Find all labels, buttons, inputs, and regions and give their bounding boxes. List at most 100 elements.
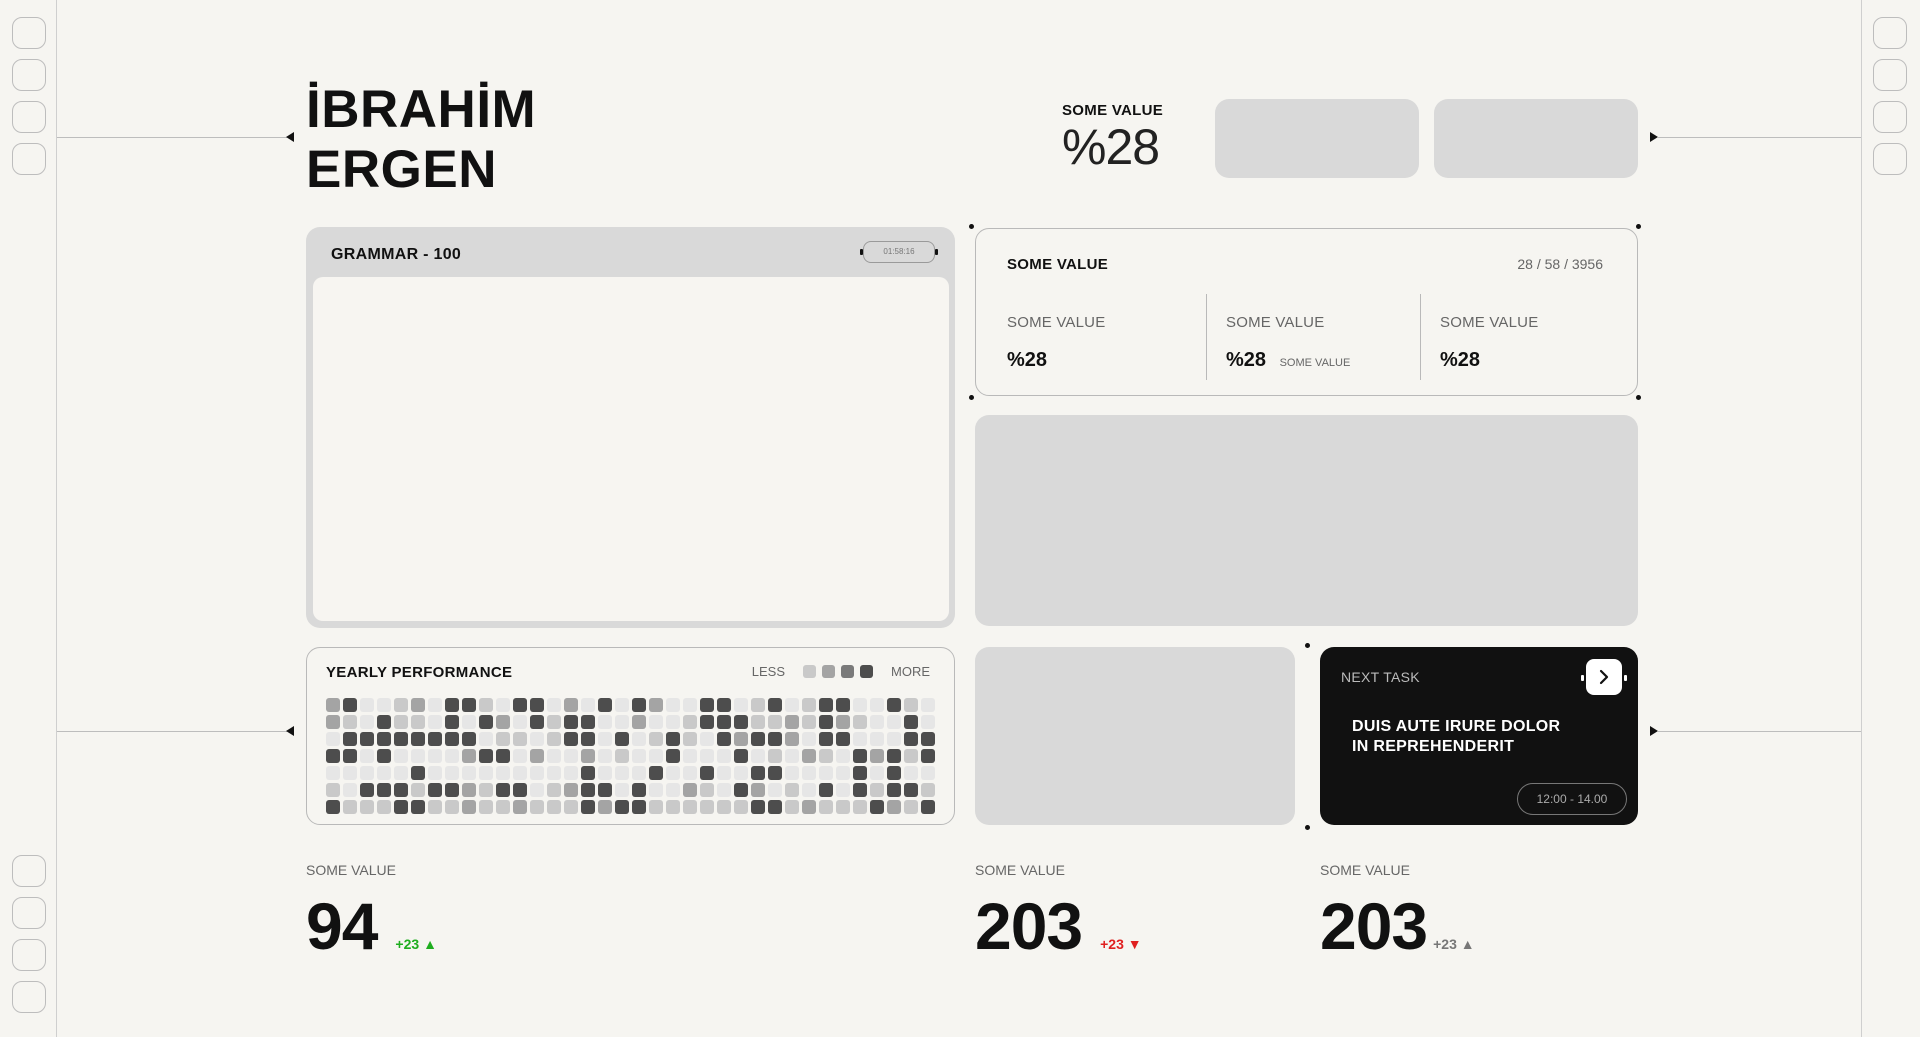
grammar-content-area[interactable] bbox=[313, 277, 949, 621]
heatmap-cell bbox=[377, 749, 391, 763]
arrow-right-icon bbox=[1650, 132, 1658, 142]
heatmap-cell bbox=[377, 766, 391, 780]
rail-slot[interactable] bbox=[1873, 143, 1907, 175]
heatmap-cell bbox=[904, 715, 918, 729]
heatmap-cell bbox=[530, 698, 544, 712]
heatmap-cell bbox=[904, 698, 918, 712]
user-name: İBRAHİM ERGEN bbox=[306, 80, 536, 200]
rail-slot[interactable] bbox=[12, 59, 46, 91]
heatmap-cell bbox=[700, 715, 714, 729]
summary-col-value: %28 bbox=[1007, 349, 1048, 371]
heatmap-cell bbox=[598, 698, 612, 712]
rail-slot[interactable] bbox=[12, 981, 46, 1013]
summary-col: SOME VALUE %28 bbox=[1007, 314, 1105, 372]
heatmap-cell bbox=[751, 766, 765, 780]
summary-col-value: %28 SOME VALUE bbox=[1226, 349, 1350, 372]
button-handle bbox=[1624, 675, 1627, 681]
summary-col-value-text: %28 bbox=[1226, 349, 1267, 371]
heatmap-cell bbox=[343, 732, 357, 746]
heatmap-cell bbox=[462, 715, 476, 729]
yearly-performance-card: YEARLY PERFORMANCE LESS MORE bbox=[306, 647, 955, 825]
next-task-card[interactable]: NEXT TASK DUIS AUTE IRURE DOLOR IN REPRE… bbox=[1320, 647, 1638, 825]
heatmap-cell bbox=[768, 783, 782, 797]
heatmap-cell bbox=[632, 766, 646, 780]
heatmap-cell bbox=[581, 732, 595, 746]
heatmap-cell bbox=[717, 715, 731, 729]
heatmap-cell bbox=[343, 800, 357, 814]
heatmap-cell bbox=[751, 800, 765, 814]
header-placeholder-card bbox=[1215, 99, 1419, 178]
placeholder-panel bbox=[975, 415, 1638, 626]
corner-dot bbox=[1636, 224, 1641, 229]
heatmap-cell bbox=[887, 715, 901, 729]
heatmap-cell bbox=[530, 766, 544, 780]
heatmap-cell bbox=[428, 698, 442, 712]
heatmap-cell bbox=[836, 783, 850, 797]
heatmap-cell bbox=[717, 766, 731, 780]
rail-slot[interactable] bbox=[12, 855, 46, 887]
heatmap-cell bbox=[632, 732, 646, 746]
rail-slot[interactable] bbox=[12, 101, 46, 133]
heatmap-cell bbox=[411, 766, 425, 780]
legend-level bbox=[822, 665, 835, 678]
heatmap-cell bbox=[836, 732, 850, 746]
heatmap-cell bbox=[496, 800, 510, 814]
rail-slot[interactable] bbox=[12, 17, 46, 49]
summary-card: SOME VALUE 28 / 58 / 3956 SOME VALUE %28… bbox=[975, 228, 1638, 396]
heatmap-cell bbox=[921, 732, 935, 746]
heatmap-cell bbox=[496, 698, 510, 712]
heatmap-cell bbox=[479, 732, 493, 746]
legend-level bbox=[860, 665, 873, 678]
placeholder-panel bbox=[975, 647, 1295, 825]
rail-slot[interactable] bbox=[12, 897, 46, 929]
heatmap-cell bbox=[462, 783, 476, 797]
rail-slot[interactable] bbox=[12, 143, 46, 175]
heatmap-cell bbox=[751, 715, 765, 729]
heatmap-cell bbox=[734, 800, 748, 814]
heatmap-cell bbox=[547, 715, 561, 729]
name-line-1: İBRAHİM bbox=[306, 80, 537, 139]
heatmap-cell bbox=[853, 766, 867, 780]
heatmap-cell bbox=[581, 715, 595, 729]
corner-dot bbox=[1305, 643, 1310, 648]
heatmap-cell bbox=[462, 800, 476, 814]
heatmap-cell bbox=[377, 732, 391, 746]
heatmap-cell bbox=[326, 698, 340, 712]
timer-handle bbox=[935, 249, 938, 255]
heatmap-cell bbox=[819, 715, 833, 729]
header-stat-value: %28 bbox=[1062, 119, 1160, 175]
grammar-card[interactable]: GRAMMAR - 100 01:58:16 bbox=[306, 227, 955, 628]
heatmap-cell bbox=[428, 766, 442, 780]
heatmap-cell bbox=[598, 749, 612, 763]
heatmap-cell bbox=[411, 749, 425, 763]
heatmap-cell bbox=[666, 766, 680, 780]
heatmap-cell bbox=[615, 766, 629, 780]
heatmap-cell bbox=[394, 749, 408, 763]
heatmap-cell bbox=[547, 732, 561, 746]
heatmap-cell bbox=[734, 715, 748, 729]
guide-line bbox=[1658, 731, 1861, 732]
heatmap-cell bbox=[751, 698, 765, 712]
heatmap-cell bbox=[734, 783, 748, 797]
heatmap-cell bbox=[904, 783, 918, 797]
heatmap-cell bbox=[360, 715, 374, 729]
heatmap-cell bbox=[326, 732, 340, 746]
rail-slot[interactable] bbox=[1873, 101, 1907, 133]
metric-label: SOME VALUE bbox=[306, 862, 396, 878]
metric-value: 203 bbox=[1320, 889, 1428, 963]
rail-slot[interactable] bbox=[12, 939, 46, 971]
heatmap-cell bbox=[700, 766, 714, 780]
rail-slot[interactable] bbox=[1873, 17, 1907, 49]
triangle-down-icon: ▼ bbox=[1127, 936, 1142, 952]
heatmap-cell bbox=[564, 783, 578, 797]
right-rail-line bbox=[1861, 0, 1862, 1037]
heatmap-cell bbox=[394, 732, 408, 746]
heatmap-cell bbox=[734, 749, 748, 763]
heatmap-cell bbox=[853, 698, 867, 712]
rail-slot[interactable] bbox=[1873, 59, 1907, 91]
summary-col-label: SOME VALUE bbox=[1007, 314, 1106, 331]
chevron-right-icon[interactable] bbox=[1586, 659, 1622, 695]
metric-delta: +23 ▼ bbox=[1100, 936, 1142, 952]
heatmap-cell bbox=[564, 766, 578, 780]
heatmap-cell bbox=[496, 715, 510, 729]
